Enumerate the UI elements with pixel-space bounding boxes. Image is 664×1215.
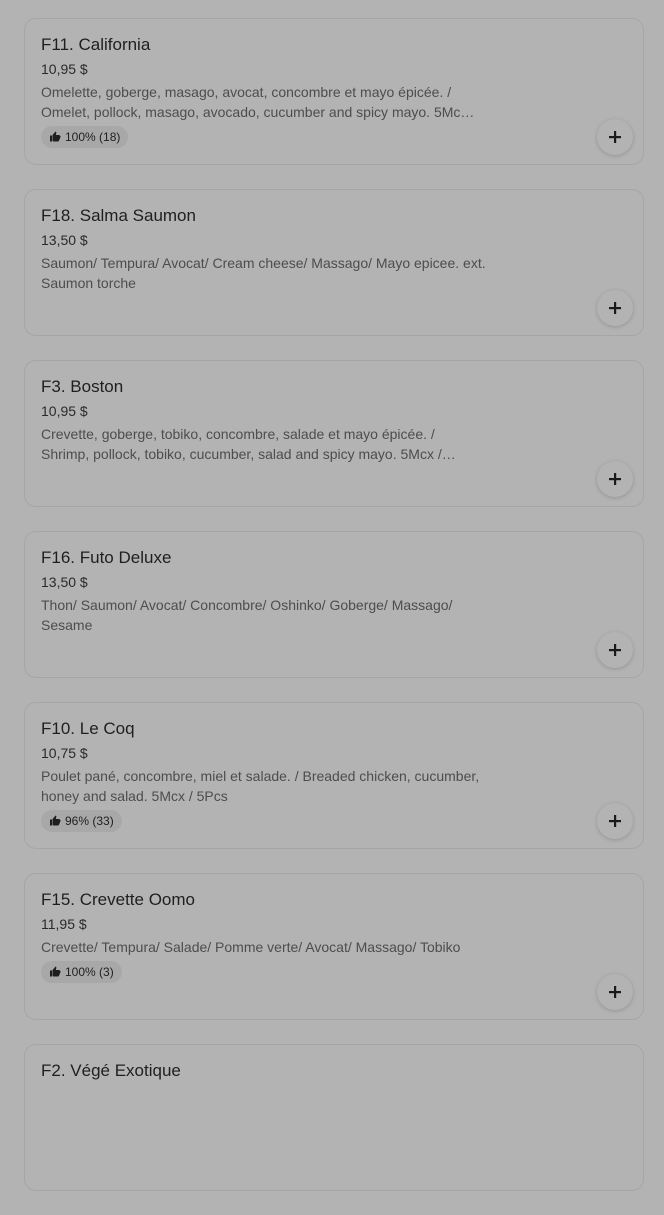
rating-badge: 100% (18) — [41, 126, 129, 148]
menu-item-card[interactable]: F15. Crevette Oomo 11,95 $ Crevette/ Tem… — [24, 873, 644, 1020]
rating-badge: 96% (33) — [41, 810, 122, 832]
item-price: 10,95 $ — [41, 61, 88, 77]
item-description: Poulet pané, concombre, miel et salade. … — [41, 768, 480, 804]
item-price: 13,50 $ — [41, 574, 88, 590]
thumbs-up-icon — [50, 815, 61, 826]
item-description: Omelette, goberge, masago, avocat, conco… — [41, 84, 475, 120]
plus-icon — [609, 302, 621, 314]
plus-icon — [609, 986, 621, 998]
item-price: 13,50 $ — [41, 232, 88, 248]
item-price: 10,95 $ — [41, 403, 88, 419]
item-name: F2. Végé Exotique — [41, 1061, 181, 1080]
item-description: Crevette, goberge, tobiko, concombre, sa… — [41, 426, 456, 462]
item-description: Saumon/ Tempura/ Avocat/ Cream cheese/ M… — [41, 255, 486, 291]
plus-icon — [609, 131, 621, 143]
add-to-cart-button[interactable] — [597, 632, 633, 668]
menu-item-card[interactable]: F2. Végé Exotique — [24, 1044, 644, 1191]
thumbs-up-icon — [50, 131, 61, 142]
menu-item-card[interactable]: F10. Le Coq 10,75 $ Poulet pané, concomb… — [24, 702, 644, 849]
item-name: F16. Futo Deluxe — [41, 548, 172, 567]
item-description: Thon/ Saumon/ Avocat/ Concombre/ Oshinko… — [41, 597, 453, 633]
rating-text: 100% (18) — [65, 130, 121, 144]
rating-badge: 100% (3) — [41, 961, 122, 983]
rating-text: 100% (3) — [65, 965, 114, 979]
thumbs-up-icon — [50, 966, 61, 977]
item-name: F10. Le Coq — [41, 719, 135, 738]
item-name: F3. Boston — [41, 377, 124, 396]
add-to-cart-button[interactable] — [597, 119, 633, 155]
add-to-cart-button[interactable] — [597, 974, 633, 1010]
plus-icon — [609, 644, 621, 656]
item-name: F15. Crevette Oomo — [41, 890, 196, 909]
plus-icon — [609, 815, 621, 827]
add-to-cart-button[interactable] — [597, 290, 633, 326]
add-to-cart-button[interactable] — [597, 803, 633, 839]
add-to-cart-button[interactable] — [597, 461, 633, 497]
item-name: F18. Salma Saumon — [41, 206, 196, 225]
rating-text: 96% (33) — [65, 814, 114, 828]
menu-item-card[interactable]: F16. Futo Deluxe 13,50 $ Thon/ Saumon/ A… — [24, 531, 644, 678]
menu-item-card[interactable]: F11. California 10,95 $ Omelette, goberg… — [24, 18, 644, 165]
menu-item-list: F11. California 10,95 $ Omelette, goberg… — [24, 18, 644, 1215]
plus-icon — [609, 473, 621, 485]
item-name: F11. California — [41, 35, 151, 54]
menu-item-card[interactable]: F3. Boston 10,95 $ Crevette, goberge, to… — [24, 360, 644, 507]
item-price: 10,75 $ — [41, 745, 88, 761]
menu-item-card[interactable]: F18. Salma Saumon 13,50 $ Saumon/ Tempur… — [24, 189, 644, 336]
item-description: Crevette/ Tempura/ Salade/ Pomme verte/ … — [41, 939, 461, 955]
item-price: 11,95 $ — [41, 916, 87, 932]
